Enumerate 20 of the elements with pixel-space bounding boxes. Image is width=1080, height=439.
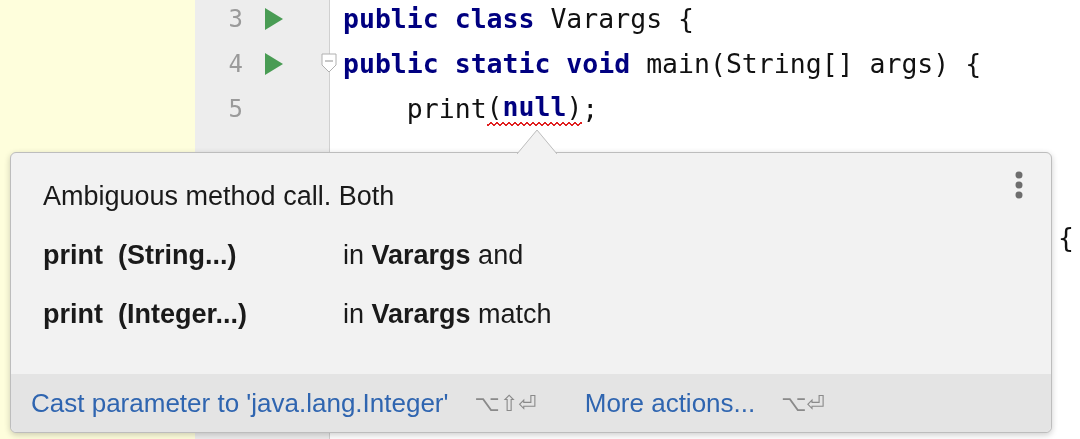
shortcut-hint: ⌥⏎ [781,390,826,416]
code-line: public class Varargs { [343,2,695,36]
quick-fix-link[interactable]: Cast parameter to 'java.lang.Integer' [31,387,449,419]
method-signature: print (String...) [43,240,238,270]
code-text: { [1058,222,1074,253]
quick-fix-link[interactable]: More actions... [584,387,756,419]
more-options-icon[interactable] [1015,171,1023,201]
method-location: in Varargs match [343,299,553,329]
method-location: in Varargs and [343,240,525,270]
method-signature: print (Integer...) [43,299,248,329]
line-number: 4 [227,49,243,78]
code-line: public static void main(String[] args) { [343,47,983,81]
shortcut-hint: ⌥⇧⏎ [474,390,537,416]
error-message: Ambiguous method call. Both [43,181,396,211]
line-number: 3 [227,4,243,33]
code-line: print(null); [405,90,600,128]
line-number: 5 [227,94,243,123]
run-icon[interactable] [265,7,283,30]
fold-icon[interactable] [321,53,337,73]
run-icon[interactable] [265,52,283,75]
